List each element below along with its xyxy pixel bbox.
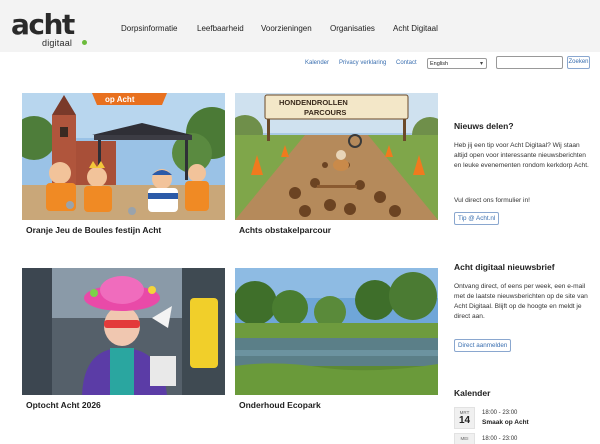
news-card-ecopark[interactable]: Onderhoud Ecopark	[235, 268, 438, 418]
news-card-title[interactable]: Optocht Acht 2026	[26, 400, 101, 410]
search-button[interactable]: Zoeken	[567, 56, 590, 69]
language-value: English	[430, 61, 449, 67]
calendar-event-name[interactable]: Smaak op Acht	[482, 419, 529, 426]
nav-leefbaarheid[interactable]: Leefbaarheid	[197, 24, 244, 33]
tip-button[interactable]: Tip @ Acht.nl	[454, 212, 500, 225]
language-select[interactable]: English ▾	[427, 58, 487, 69]
svg-text:PARCOURS: PARCOURS	[304, 108, 346, 117]
news-card-image[interactable]	[22, 268, 225, 395]
nav-dorpsinformatie[interactable]: Dorpsinformatie	[121, 24, 177, 33]
news-card-image[interactable]	[235, 268, 438, 395]
sidebar-news-title: Nieuws delen?	[454, 121, 514, 131]
news-card-jeu-de-boules[interactable]: op Acht Oranje Jeu de Boules festijn Ach…	[22, 93, 225, 243]
util-link-kalender[interactable]: Kalender	[305, 60, 329, 66]
calendar-month: MEI	[460, 436, 469, 441]
nav-acht-digitaal[interactable]: Acht Digitaal	[393, 24, 438, 33]
calendar-time: 18:00 - 23:00	[482, 410, 518, 416]
calendar-event[interactable]: MEI 18:00 - 23:00	[454, 433, 594, 444]
util-link-contact[interactable]: Contact	[396, 60, 417, 66]
svg-text:HONDENDROLLEN: HONDENDROLLEN	[279, 98, 348, 107]
site-header: acht digitaal Dorpsinformatie Leefbaarhe…	[0, 0, 600, 52]
calendar-date-badge: MRT 14	[454, 407, 475, 429]
svg-text:op Acht: op Acht	[105, 95, 135, 104]
util-link-privacy[interactable]: Privacy verklaring	[339, 60, 386, 66]
news-card-optocht[interactable]: Optocht Acht 2026	[22, 268, 225, 418]
calendar-time: 18:00 - 23:00	[482, 436, 518, 442]
news-card-title[interactable]: Achts obstakelparcour	[239, 225, 331, 235]
sidebar-newsletter-title: Acht digitaal nieuwsbrief	[454, 262, 555, 272]
logo-wordmark: acht	[11, 8, 75, 41]
news-card-title[interactable]: Oranje Jeu de Boules festijn Acht	[26, 225, 161, 235]
site-logo[interactable]: acht digitaal	[11, 8, 87, 48]
nav-organisaties[interactable]: Organisaties	[330, 24, 375, 33]
news-card-title[interactable]: Onderhoud Ecopark	[239, 400, 321, 410]
nav-voorzieningen[interactable]: Voorzieningen	[261, 24, 312, 33]
sidebar-newsletter-text: Ontvang direct, of eens per week, een e-…	[454, 283, 588, 320]
calendar-date-badge: MEI	[454, 433, 475, 444]
newsletter-subscribe-button[interactable]: Direct aanmelden	[454, 339, 512, 352]
news-card-obstakelparcour[interactable]: HONDENDROLLEN PARCOURS Achts obstakelpar…	[235, 93, 438, 243]
news-card-image[interactable]: HONDENDROLLEN PARCOURS	[235, 93, 438, 220]
logo-dot-icon	[82, 40, 87, 45]
news-card-image[interactable]: op Acht	[22, 93, 225, 220]
sidebar-calendar-title: Kalender	[454, 388, 491, 398]
calendar-day: 14	[458, 415, 471, 426]
logo-subtitle: digitaal	[42, 38, 73, 48]
sidebar-news-cta: Vul direct ons formulier in!	[454, 197, 530, 204]
sidebar-news-text: Heb jij een tip voor Acht Digitaal? Wij …	[454, 142, 589, 169]
calendar-event[interactable]: MRT 14 18:00 - 23:00 Smaak op Acht	[454, 407, 594, 429]
chevron-down-icon: ▾	[479, 61, 483, 67]
search-input[interactable]	[496, 56, 563, 69]
